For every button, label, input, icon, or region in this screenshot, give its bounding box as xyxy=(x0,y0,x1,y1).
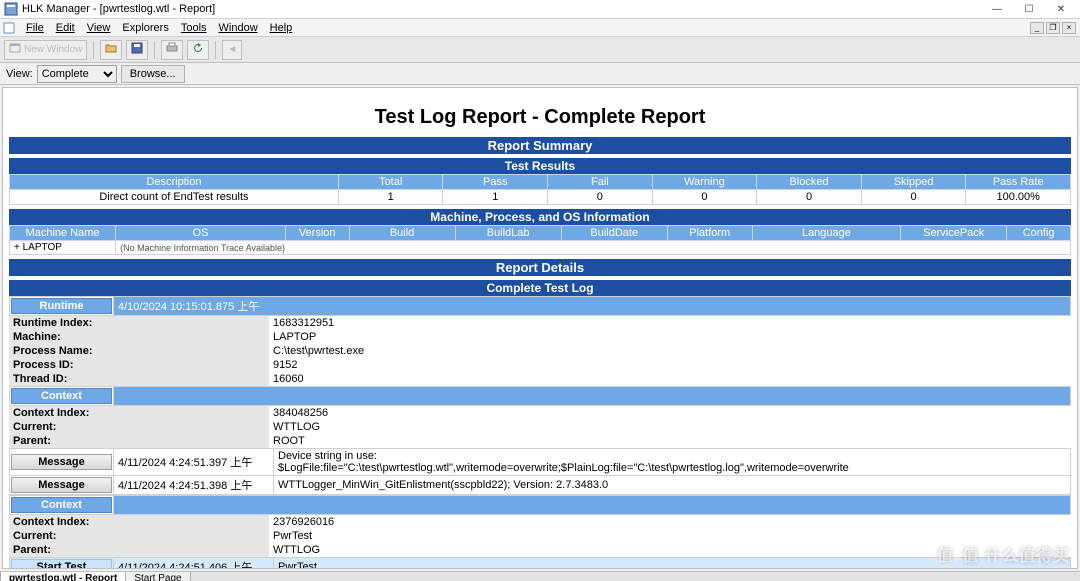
start-test-ts: 4/11/2024 4:24:51.406 上午 xyxy=(114,558,274,570)
runtime-kv: Runtime Index:1683312951 Machine:LAPTOP … xyxy=(9,316,1071,386)
col-machinename: Machine Name xyxy=(10,226,116,241)
col-description: Description xyxy=(10,175,339,190)
log-message: WTTLogger_MinWin_GitEnlistment(sscpbld22… xyxy=(274,476,1071,495)
toolbar: New Window ◄ xyxy=(0,37,1080,63)
log-timestamp: 4/11/2024 4:24:51.397 上午 xyxy=(114,449,274,476)
window-close-button[interactable]: ✕ xyxy=(1048,1,1074,17)
log-message: Device string in use: $LogFile:file="C:\… xyxy=(274,449,1071,476)
menu-edit[interactable]: Edit xyxy=(50,21,81,35)
col-servicepack: ServicePack xyxy=(901,226,1007,241)
new-window-icon xyxy=(9,42,21,57)
col-platform: Platform xyxy=(667,226,752,241)
machine-table: Machine Name OS Version Build BuildLab B… xyxy=(9,225,1071,255)
toolbar-print-button[interactable] xyxy=(161,40,183,60)
log-timestamp: 4/11/2024 4:24:51.398 上午 xyxy=(114,476,274,495)
toolbar-save-button[interactable] xyxy=(126,40,148,60)
window-title: HLK Manager - [pwrtestlog.wtl - Report] xyxy=(22,3,984,15)
runtime-timestamp: 4/10/2024 10:15:01.875 上午 xyxy=(114,297,1071,316)
machine-banner: Machine, Process, and OS Information xyxy=(9,209,1071,225)
report-body: Test Log Report - Complete Report Report… xyxy=(3,88,1077,569)
mdi-minimize-button[interactable]: _ xyxy=(1030,22,1044,34)
menu-file[interactable]: File xyxy=(20,21,50,35)
folder-open-icon xyxy=(105,42,117,57)
window-minimize-button[interactable]: — xyxy=(984,1,1010,17)
view-bar: View: Complete Browse... xyxy=(0,63,1080,85)
start-test-row: Start Test 4/11/2024 4:24:51.406 上午 PwrT… xyxy=(9,557,1071,569)
col-version: Version xyxy=(285,226,349,241)
arrow-left-icon: ◄ xyxy=(227,44,237,55)
col-pass: Pass xyxy=(443,175,548,190)
log-row: Message4/11/2024 4:24:51.398 上午WTTLogger… xyxy=(10,476,1071,495)
runtime-tag: Runtime xyxy=(11,298,112,314)
mdi-restore-button[interactable]: ❐ xyxy=(1046,22,1060,34)
col-blocked: Blocked xyxy=(757,175,862,190)
table-row: + LAPTOP (No Machine Information Trace A… xyxy=(10,241,1071,255)
start-test-tag: Start Test xyxy=(11,559,112,569)
col-buildlab: BuildLab xyxy=(455,226,561,241)
app-icon xyxy=(4,2,18,16)
col-total: Total xyxy=(338,175,443,190)
col-config: Config xyxy=(1007,226,1071,241)
log-row: Message4/11/2024 4:24:51.397 上午Device st… xyxy=(10,449,1071,476)
message-tag: Message xyxy=(11,454,112,470)
complete-log-banner: Complete Test Log xyxy=(9,280,1071,296)
runtime-header-row: Runtime 4/10/2024 10:15:01.875 上午 xyxy=(9,296,1071,316)
context1-kv: Context Index:384048256 Current:WTTLOG P… xyxy=(9,406,1071,448)
table-row: Direct count of EndTest results 1 1 0 0 … xyxy=(10,190,1071,205)
col-os: OS xyxy=(116,226,286,241)
toolbar-back-button[interactable]: ◄ xyxy=(222,40,242,60)
machine-note: (No Machine Information Trace Available) xyxy=(116,241,1071,255)
tab-strip: pwrtestlog.wtl - Report Start Page xyxy=(0,571,1080,581)
col-passrate: Pass Rate xyxy=(966,175,1071,190)
toolbar-open-button[interactable] xyxy=(100,40,122,60)
context-tag: Context xyxy=(11,497,112,513)
col-builddate: BuildDate xyxy=(561,226,667,241)
test-results-table: Description Total Pass Fail Warning Bloc… xyxy=(9,174,1071,205)
test-results-banner: Test Results xyxy=(9,158,1071,174)
view-label: View: xyxy=(6,68,33,80)
col-warning: Warning xyxy=(652,175,757,190)
details-banner: Report Details xyxy=(9,259,1071,276)
col-language: Language xyxy=(752,226,901,241)
context2-kv: Context Index:2376926016 Current:PwrTest… xyxy=(9,515,1071,557)
start-test-msg: PwrTest xyxy=(274,558,1071,570)
message-tag: Message xyxy=(11,477,112,493)
menu-view[interactable]: View xyxy=(81,21,117,35)
menu-window[interactable]: Window xyxy=(213,21,264,35)
save-icon xyxy=(131,42,143,57)
tab-start-page[interactable]: Start Page xyxy=(125,572,190,581)
refresh-icon xyxy=(192,42,204,57)
col-fail: Fail xyxy=(548,175,653,190)
context-tag: Context xyxy=(11,388,112,404)
col-skipped: Skipped xyxy=(861,175,966,190)
context2-header-row: Context xyxy=(9,495,1071,515)
col-build: Build xyxy=(349,226,455,241)
log-block-1: Message4/11/2024 4:24:51.397 上午Device st… xyxy=(9,448,1071,495)
menu-tools[interactable]: Tools xyxy=(175,21,213,35)
tab-report[interactable]: pwrtestlog.wtl - Report xyxy=(0,572,126,581)
new-window-button[interactable]: New Window xyxy=(4,40,87,60)
browse-button[interactable]: Browse... xyxy=(121,65,185,83)
window-maximize-button[interactable]: ☐ xyxy=(1016,1,1042,17)
mdi-close-button[interactable]: × xyxy=(1062,22,1076,34)
menubar: File Edit View Explorers Tools Window He… xyxy=(0,19,1080,37)
menu-help[interactable]: Help xyxy=(264,21,299,35)
menu-explorers[interactable]: Explorers xyxy=(116,21,174,35)
report-title: Test Log Report - Complete Report xyxy=(9,106,1071,129)
printer-icon xyxy=(166,42,178,57)
view-select[interactable]: Complete xyxy=(37,65,117,83)
machine-expand-toggle[interactable]: + LAPTOP xyxy=(10,241,116,255)
document-icon xyxy=(2,21,16,35)
report-summary-banner: Report Summary xyxy=(9,137,1071,154)
report-scroll-area[interactable]: Test Log Report - Complete Report Report… xyxy=(2,87,1078,569)
context1-header-row: Context xyxy=(9,386,1071,406)
toolbar-refresh-button[interactable] xyxy=(187,40,209,60)
window-titlebar: HLK Manager - [pwrtestlog.wtl - Report] … xyxy=(0,0,1080,19)
